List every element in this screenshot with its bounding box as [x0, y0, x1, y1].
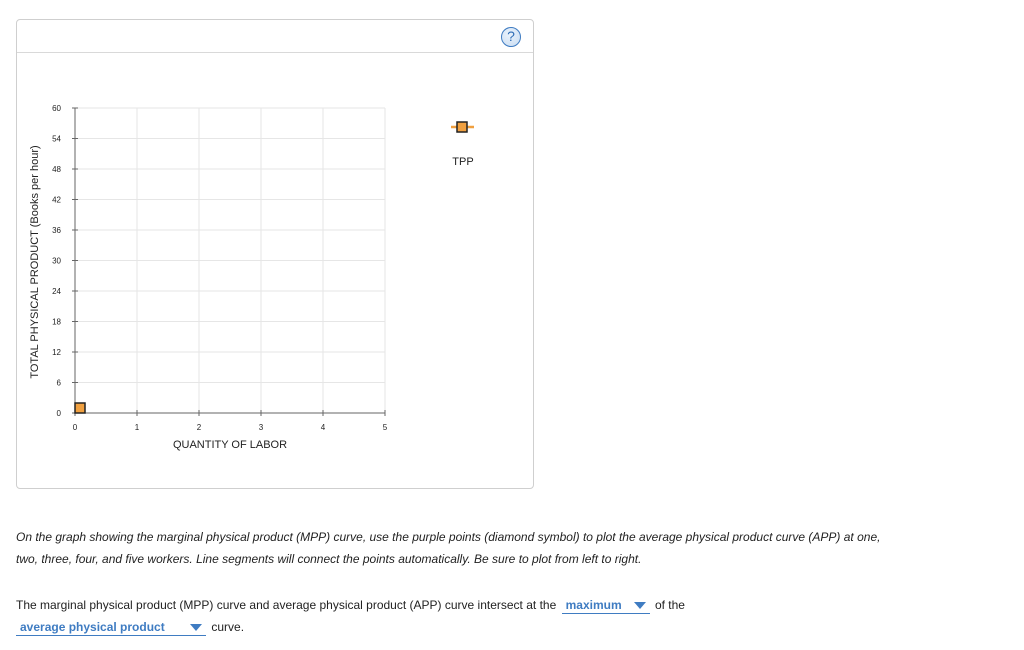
question-text-before: The marginal physical product (MPP) curv…: [16, 598, 557, 612]
grid: [75, 107, 386, 413]
intersection-point-dropdown[interactable]: maximum: [561, 597, 650, 614]
question-text-after: curve.: [211, 620, 245, 634]
legend-marker[interactable]: [456, 121, 468, 133]
y-ticks: 0 6 12 18 24 30 36 42 48 54 60: [52, 104, 78, 418]
x-tick-label: 2: [197, 423, 202, 432]
tpp-graph[interactable]: 06121824303642485460 012345 TOTAL PHYSIC…: [0, 0, 1024, 500]
y-tick-label: 30: [52, 257, 61, 266]
question: The marginal physical product (MPP) curv…: [16, 594, 916, 638]
y-tick-label: 42: [52, 196, 61, 205]
y-tick-label: 60: [52, 104, 61, 113]
y-tick-label: 48: [52, 165, 61, 174]
x-axis-title: QUANTITY OF LABOR: [173, 439, 287, 451]
y-axis-title: TOTAL PHYSICAL PRODUCT (Books per hour): [29, 145, 41, 378]
y-tick-label: 54: [52, 135, 61, 144]
dropdown-value: average physical product: [20, 620, 165, 634]
tpp-series[interactable]: [74, 402, 86, 414]
x-tick-label: 0: [73, 423, 78, 432]
chevron-down-icon: [633, 602, 646, 609]
legend-label: TPP: [452, 156, 473, 168]
y-tick-label: 0: [57, 409, 62, 418]
x-tick-label: 1: [135, 423, 140, 432]
tpp-point[interactable]: [74, 402, 86, 414]
y-tick-label: 6: [57, 379, 62, 388]
y-tick-label: 36: [52, 226, 61, 235]
x-tick-label: 4: [321, 423, 326, 432]
instructions-text: On the graph showing the marginal physic…: [16, 530, 881, 566]
question-text-middle: of the: [654, 598, 685, 612]
chevron-down-icon: [190, 624, 202, 631]
curve-dropdown[interactable]: average physical product: [16, 619, 206, 636]
y-tick-label: 24: [52, 287, 61, 296]
y-tick-label: 12: [52, 348, 61, 357]
dropdown-value: maximum: [565, 598, 622, 612]
x-tick-label: 5: [383, 423, 388, 432]
legend-tpp[interactable]: TPP: [451, 121, 474, 168]
y-tick-label: 18: [52, 318, 61, 327]
x-tick-label: 3: [259, 423, 264, 432]
